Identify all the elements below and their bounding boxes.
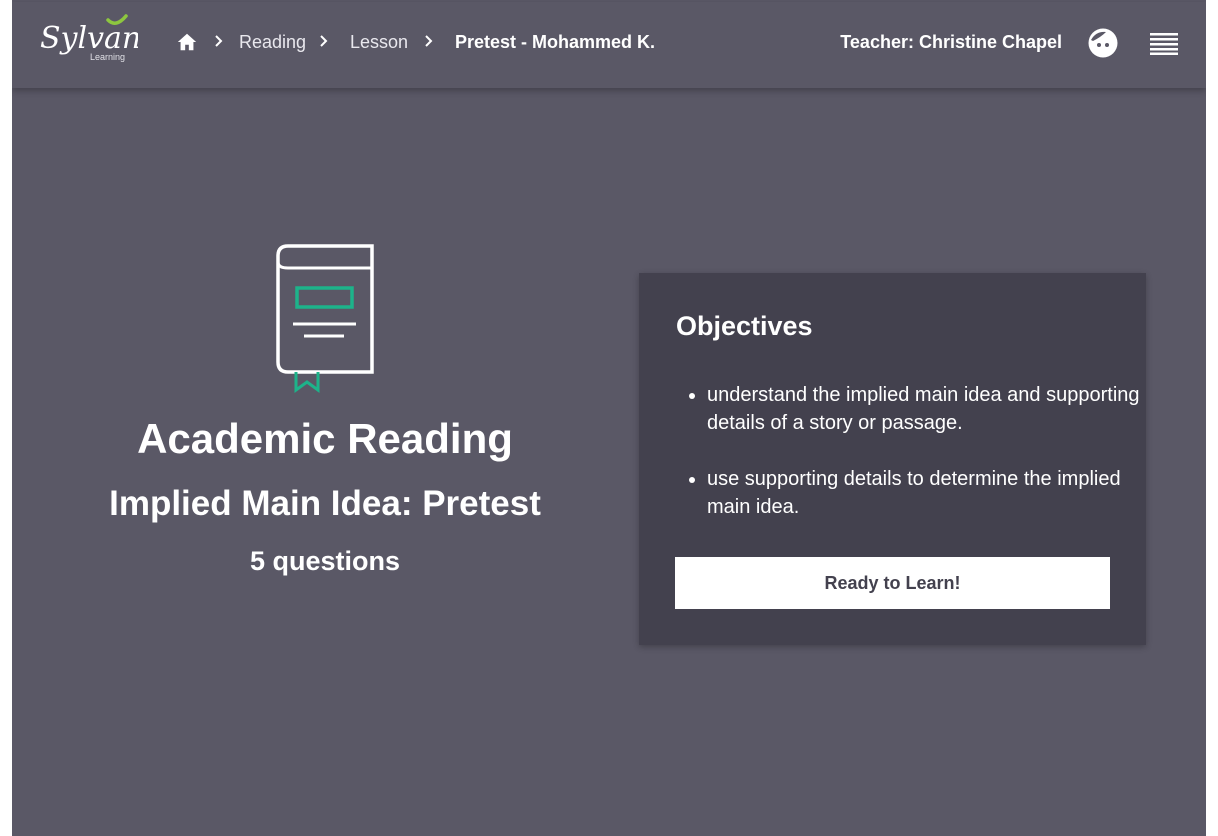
breadcrumb-reading[interactable]: Reading (239, 32, 306, 53)
lesson-title: Implied Main Idea: Pretest (109, 484, 541, 523)
lesson-subject: Academic Reading (137, 415, 513, 462)
svg-text:Sylvan: Sylvan (40, 21, 138, 56)
objective-item: understand the implied main idea and sup… (689, 381, 1147, 437)
question-count: 5 questions (249, 546, 401, 576)
chevron-right-icon (320, 35, 328, 47)
objectives-card: Objectives understand the implied main i… (639, 273, 1146, 645)
chevron-right-icon (425, 35, 433, 47)
objective-item: use supporting details to determine the … (689, 465, 1147, 521)
chevron-right-icon (215, 35, 223, 47)
top-navigation-bar: Sylvan Learning Reading Lesson Pretest -… (12, 2, 1206, 88)
app-frame: Sylvan Learning Reading Lesson Pretest -… (12, 0, 1206, 836)
student-face-icon[interactable] (1087, 27, 1119, 59)
breadcrumb-current-page: Pretest - Mohammed K. (455, 32, 656, 52)
hamburger-menu-icon[interactable] (1149, 31, 1179, 55)
book-icon (276, 244, 374, 393)
objectives-list: understand the implied main idea and sup… (676, 381, 1147, 549)
objectives-heading: Objectives (676, 311, 813, 341)
svg-text:Learning: Learning (90, 52, 125, 62)
home-icon[interactable] (176, 31, 198, 53)
breadcrumb-lesson[interactable]: Lesson (350, 32, 408, 53)
teacher-name: Teacher: Christine Chapel (840, 32, 1062, 52)
sylvan-logo[interactable]: Sylvan Learning (38, 12, 138, 72)
ready-to-learn-button[interactable]: Ready to Learn! (675, 557, 1110, 609)
